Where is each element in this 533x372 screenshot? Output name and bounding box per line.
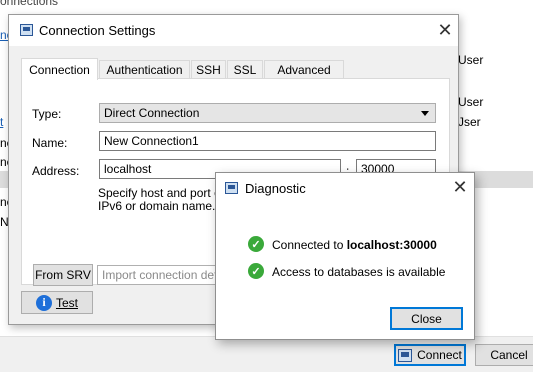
tab-ssh[interactable]: SSH xyxy=(191,60,226,79)
chevron-down-icon xyxy=(421,111,429,116)
from-srv-button[interactable]: From SRV xyxy=(33,264,93,286)
tab-ssl[interactable]: SSL xyxy=(227,60,263,79)
check-icon: ✓ xyxy=(248,263,264,279)
import-connection-input[interactable]: Import connection details xyxy=(97,265,227,285)
check-icon: ✓ xyxy=(248,236,264,252)
parent-link-fragment[interactable]: t xyxy=(0,115,3,129)
type-label: Type: xyxy=(32,107,62,121)
type-select-value: Direct Connection xyxy=(104,106,200,120)
dialog-titlebar[interactable]: Connection Settings ✕ xyxy=(9,15,458,46)
parent-user-item: User xyxy=(458,95,484,109)
cancel-button[interactable]: Cancel xyxy=(475,344,533,366)
name-field[interactable]: New Connection1 xyxy=(99,131,436,151)
diagnostic-dialog: Diagnostic ✕ ✓ Connected to localhost:30… xyxy=(215,172,475,340)
connect-button-label: Connect xyxy=(417,348,462,362)
test-button[interactable]: i Test xyxy=(21,291,93,314)
connected-message: Connected to localhost:30000 xyxy=(272,238,437,252)
from-srv-label: From SRV xyxy=(35,268,91,282)
parent-user-item: Jser xyxy=(458,115,481,129)
info-icon: i xyxy=(35,294,52,311)
parent-footer: Connect Cancel xyxy=(0,336,533,372)
close-icon[interactable]: ✕ xyxy=(437,21,453,39)
diagnostic-titlebar[interactable]: Diagnostic ✕ xyxy=(216,173,474,203)
connection-app-icon xyxy=(225,182,238,194)
close-button[interactable]: Close xyxy=(390,307,463,330)
address-hint-line2: IPv6 or domain name. xyxy=(98,199,216,213)
access-message: Access to databases is available xyxy=(272,265,446,279)
type-select[interactable]: Direct Connection xyxy=(99,103,436,123)
tab-authentication[interactable]: Authentication xyxy=(99,60,190,79)
parent-selected-row-left xyxy=(0,171,8,188)
address-label: Address: xyxy=(32,164,80,178)
connect-button[interactable]: Connect xyxy=(394,344,466,366)
connection-icon xyxy=(398,348,413,362)
parent-window-title: onnections xyxy=(0,0,59,8)
connected-message-prefix: Connected to xyxy=(272,238,347,252)
parent-user-item: User xyxy=(458,53,484,67)
connection-app-icon xyxy=(20,24,33,36)
dialog-title: Connection Settings xyxy=(39,23,156,38)
name-label: Name: xyxy=(32,136,68,150)
tab-connection[interactable]: Connection xyxy=(21,58,98,80)
test-button-label: Test xyxy=(55,295,78,310)
connected-host: localhost:30000 xyxy=(346,238,437,252)
close-button-label: Close xyxy=(411,311,442,326)
cancel-button-label: Cancel xyxy=(490,348,528,362)
tab-advanced[interactable]: Advanced xyxy=(264,60,344,79)
diagnostic-title: Diagnostic xyxy=(245,181,306,196)
close-icon[interactable]: ✕ xyxy=(452,178,468,196)
